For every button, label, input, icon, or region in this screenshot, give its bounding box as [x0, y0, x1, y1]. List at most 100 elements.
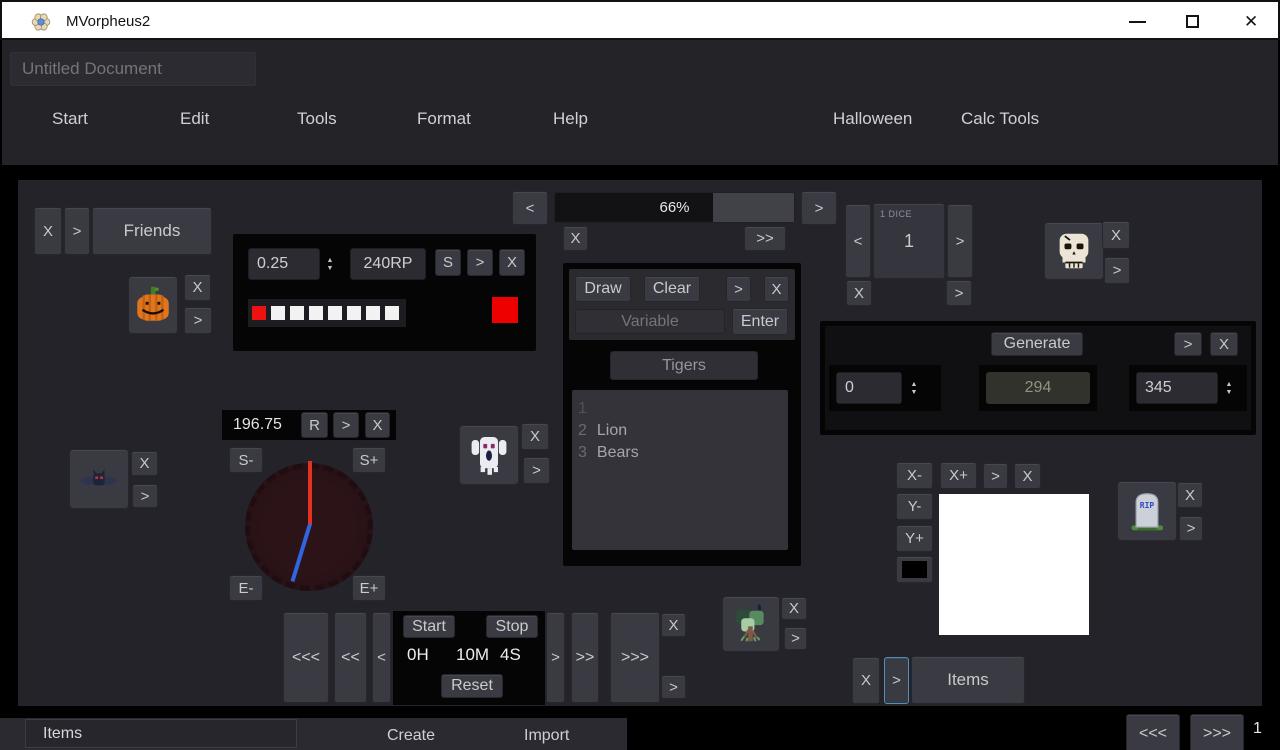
- bat-close-button[interactable]: X: [131, 451, 158, 476]
- generate-spin-right-field[interactable]: 345: [1136, 372, 1218, 404]
- s-minus-button[interactable]: S-: [229, 447, 263, 473]
- list-item[interactable]: 3 Bears: [572, 442, 788, 464]
- dice-prev-button[interactable]: <: [845, 204, 871, 278]
- angle-r-button[interactable]: R: [301, 412, 328, 438]
- angle-next-button[interactable]: >: [333, 412, 359, 438]
- bat-next-button[interactable]: >: [132, 484, 158, 508]
- menu-start[interactable]: Start: [52, 109, 88, 129]
- list-item[interactable]: 2 Lion: [572, 420, 788, 442]
- transport-next-button[interactable]: >: [661, 675, 686, 699]
- rate-spinner-field[interactable]: 0.25: [248, 248, 320, 280]
- start-button[interactable]: Start: [403, 615, 455, 638]
- rate-next-button[interactable]: >: [467, 249, 493, 276]
- draw-button[interactable]: Draw: [575, 276, 631, 302]
- rate-spinner-arrows[interactable]: ▲ ▼: [322, 250, 338, 278]
- ghost-close-button[interactable]: X: [521, 423, 549, 450]
- friends-button[interactable]: Friends: [92, 207, 212, 255]
- slider-prev-button[interactable]: <: [512, 191, 548, 225]
- menu-help[interactable]: Help: [553, 109, 588, 129]
- menu-format[interactable]: Format: [417, 109, 471, 129]
- slider-ff-button[interactable]: >>: [744, 226, 786, 251]
- generate-close-button[interactable]: X: [1210, 332, 1238, 356]
- s-plus-button[interactable]: S+: [352, 447, 386, 473]
- minimize-button[interactable]: [1129, 21, 1146, 23]
- e-plus-button[interactable]: E+: [352, 575, 386, 601]
- e-minus-button[interactable]: E-: [229, 575, 263, 601]
- ghost-button[interactable]: [459, 425, 519, 485]
- pumpkin-close-button[interactable]: X: [184, 274, 211, 301]
- skull-button[interactable]: [1044, 222, 1104, 280]
- rate-s-button[interactable]: S: [435, 249, 461, 276]
- tombstone-button[interactable]: RIP: [1117, 481, 1177, 541]
- y-plus-button[interactable]: Y+: [896, 525, 933, 552]
- transport-rw-button[interactable]: <<: [334, 612, 367, 703]
- items-close-button[interactable]: X: [852, 657, 880, 704]
- transport-ff-button[interactable]: >>: [571, 612, 599, 703]
- transport-close-button[interactable]: X: [661, 613, 686, 637]
- color-swatch-button[interactable]: [896, 556, 933, 583]
- import-button[interactable]: Import: [524, 727, 569, 745]
- x-plus-button[interactable]: X+: [940, 462, 977, 489]
- skull-close-button[interactable]: X: [1102, 221, 1130, 249]
- transport-rrw-button[interactable]: <<<: [283, 612, 329, 703]
- dice-close-button[interactable]: X: [846, 280, 872, 306]
- pumpkin-next-button[interactable]: >: [184, 307, 212, 334]
- draw-list[interactable]: 1 2 Lion 3 Bears: [572, 390, 788, 550]
- tigers-tab-button[interactable]: Tigers: [610, 351, 758, 380]
- dice-panel[interactable]: 1 DICE 1: [873, 203, 945, 279]
- dice-fwd-button[interactable]: >: [946, 280, 972, 306]
- menu-edit[interactable]: Edit: [180, 109, 209, 129]
- list-item[interactable]: 1: [572, 398, 788, 420]
- transport-fw-button[interactable]: >: [546, 612, 565, 703]
- transport-fff-button[interactable]: >>>: [610, 612, 660, 703]
- reset-button[interactable]: Reset: [441, 674, 503, 698]
- document-name-input[interactable]: [10, 52, 256, 86]
- skull-next-button[interactable]: >: [1104, 257, 1130, 284]
- pager-prev-button[interactable]: <<<: [1126, 714, 1180, 750]
- close-button[interactable]: ✕: [1244, 12, 1258, 32]
- items-next-button[interactable]: >: [884, 657, 909, 704]
- bat-button[interactable]: [69, 449, 129, 509]
- items-filter-input[interactable]: [25, 719, 297, 748]
- variable-input[interactable]: [575, 309, 725, 334]
- cell-strip[interactable]: [248, 299, 406, 327]
- friends-close-button[interactable]: X: [34, 207, 62, 255]
- angle-close-button[interactable]: X: [365, 412, 390, 438]
- generate-spin-left-field[interactable]: 0: [836, 372, 902, 404]
- draw-close-button[interactable]: X: [764, 276, 789, 302]
- pumpkin-button[interactable]: [128, 276, 178, 334]
- menu-calc-tools[interactable]: Calc Tools: [961, 109, 1039, 129]
- progress-slider[interactable]: 66%: [554, 192, 795, 223]
- generate-next-button[interactable]: >: [1174, 332, 1202, 356]
- friends-next-button[interactable]: >: [64, 207, 90, 255]
- rate-close-button[interactable]: X: [499, 249, 525, 276]
- tombstone-close-button[interactable]: X: [1177, 482, 1203, 508]
- ghost-next-button[interactable]: >: [523, 457, 550, 484]
- generate-spin-right-arrows[interactable]: ▲ ▼: [1221, 374, 1237, 402]
- menu-halloween[interactable]: Halloween: [833, 109, 912, 129]
- generate-button[interactable]: Generate: [991, 332, 1083, 356]
- xy-next-button[interactable]: >: [983, 463, 1008, 489]
- trees-close-button[interactable]: X: [781, 597, 807, 620]
- draw-canvas[interactable]: [939, 494, 1089, 635]
- items-button[interactable]: Items: [911, 656, 1025, 704]
- x-minus-button[interactable]: X-: [896, 462, 933, 489]
- xy-close-button[interactable]: X: [1014, 463, 1041, 489]
- menu-tools[interactable]: Tools: [297, 109, 337, 129]
- slider-close-button[interactable]: X: [563, 226, 588, 251]
- draw-next-button[interactable]: >: [726, 276, 751, 302]
- pager-next-button[interactable]: >>>: [1190, 714, 1244, 750]
- trees-next-button[interactable]: >: [784, 627, 807, 650]
- generate-spin-left-arrows[interactable]: ▲ ▼: [906, 374, 922, 402]
- dice-next-button[interactable]: >: [947, 204, 973, 278]
- clear-button[interactable]: Clear: [644, 276, 700, 302]
- trees-button[interactable]: [722, 596, 780, 652]
- y-minus-button[interactable]: Y-: [896, 493, 933, 520]
- transport-prev-button[interactable]: <: [372, 612, 391, 703]
- slider-next-button[interactable]: >: [801, 191, 837, 225]
- stop-button[interactable]: Stop: [486, 615, 538, 638]
- tombstone-next-button[interactable]: >: [1179, 516, 1203, 541]
- create-button[interactable]: Create: [387, 727, 435, 745]
- enter-button[interactable]: Enter: [732, 308, 788, 335]
- maximize-button[interactable]: [1186, 15, 1199, 28]
